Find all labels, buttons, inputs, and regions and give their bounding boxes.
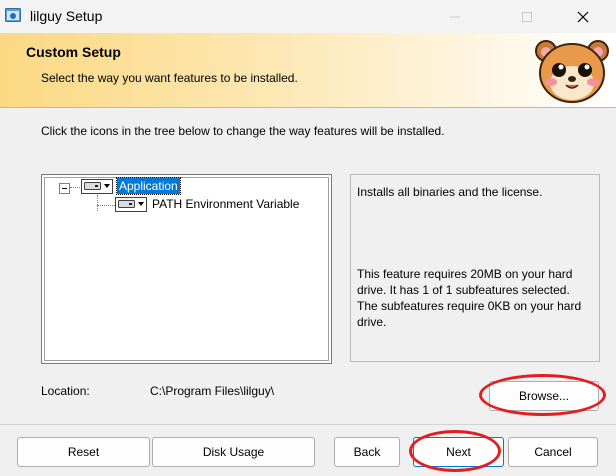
maximize-button[interactable] [504,0,550,33]
back-button[interactable]: Back [334,437,400,467]
chevron-down-icon [104,184,110,188]
minimize-icon [450,16,460,18]
minimize-button[interactable] [432,0,478,33]
location-label: Location: [41,384,90,398]
drive-icon [84,182,101,190]
tree-item-application[interactable]: Application [116,177,181,195]
footer-divider [0,424,616,425]
annotation-circle-next [409,430,501,472]
window-title: lilguy Setup [30,8,103,24]
maximize-icon [522,12,532,22]
feature-tree[interactable]: Application PATH Environment Variable [41,174,332,364]
cancel-button[interactable]: Cancel [508,437,598,467]
tree-collapse-toggle[interactable] [59,183,70,194]
location-path: C:\Program Files\lilguy\ [150,384,275,398]
title-bar: lilguy Setup [0,0,616,33]
annotation-circle-browse [479,374,606,416]
header-banner: Custom Setup Select the way you want fea… [0,33,616,108]
close-button[interactable] [560,0,606,33]
tree-item-path-env[interactable]: PATH Environment Variable [152,197,299,211]
instruction-text: Click the icons in the tree below to cha… [41,124,445,138]
feature-install-state-dropdown[interactable] [115,197,147,212]
drive-icon [118,200,135,208]
feature-requirements: This feature requires 20MB on your hard … [357,267,582,329]
page-subtitle: Select the way you want features to be i… [41,71,298,85]
chevron-down-icon [138,202,144,206]
reset-button[interactable]: Reset [17,437,150,467]
tree-connector [97,195,98,211]
close-icon [577,11,589,23]
installer-app-icon [5,8,21,22]
disk-usage-button[interactable]: Disk Usage [152,437,315,467]
feature-install-state-dropdown[interactable] [81,179,113,194]
tree-connector [97,205,115,206]
feature-description: Installs all binaries and the license. [357,185,543,199]
page-title: Custom Setup [26,44,121,60]
hamster-logo [535,40,609,103]
